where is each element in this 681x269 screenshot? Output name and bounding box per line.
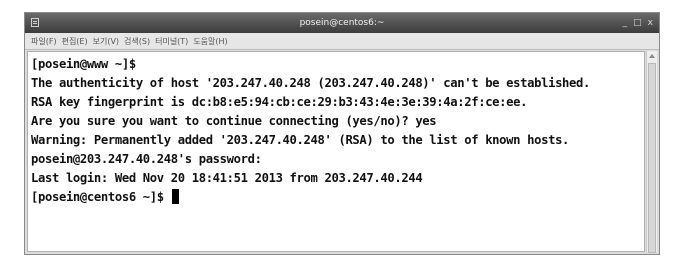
scroll-up-arrow-icon[interactable] xyxy=(649,54,655,58)
maximize-button[interactable]: □ xyxy=(633,13,642,33)
terminal-line: Last login: Wed Nov 20 18:41:51 2013 fro… xyxy=(31,171,423,185)
menu-edit[interactable]: 편집(E) xyxy=(62,36,88,47)
menu-file[interactable]: 파일(F) xyxy=(31,36,57,47)
terminal-line: [posein@www ~]$ xyxy=(31,57,136,71)
terminal-prompt-line: [posein@centos6 ~]$ xyxy=(31,188,642,207)
vertical-scrollbar[interactable] xyxy=(646,51,657,253)
terminal-output[interactable]: [posein@www ~]$ The authenticity of host… xyxy=(27,51,645,252)
close-button[interactable]: x xyxy=(648,13,653,33)
terminal-line: RSA key fingerprint is dc:b8:e5:94:cb:ce… xyxy=(31,95,528,109)
terminal-line: posein@203.247.40.248's password: xyxy=(31,152,262,166)
window-controls: _ □ x xyxy=(623,13,653,33)
minimize-button[interactable]: _ xyxy=(623,13,628,33)
terminal-line: The authenticity of host '203.247.40.248… xyxy=(31,76,591,90)
window-title: posein@centos6:~ xyxy=(299,18,385,28)
block-cursor xyxy=(171,189,179,204)
terminal-window: posein@centos6:~ _ □ x 파일(F) 편집(E) 보기(V)… xyxy=(24,12,660,255)
scrollbar-thumb[interactable] xyxy=(648,63,656,253)
menu-terminal[interactable]: 터미널(T) xyxy=(155,36,188,47)
menu-help[interactable]: 도움말(H) xyxy=(193,36,227,47)
prompt-text: [posein@centos6 ~]$ xyxy=(31,190,171,204)
terminal-line: Warning: Permanently added '203.247.40.2… xyxy=(31,133,570,147)
terminal-line: Are you sure you want to continue connec… xyxy=(31,114,437,128)
menu-bar: 파일(F) 편집(E) 보기(V) 검색(S) 터미널(T) 도움말(H) xyxy=(25,33,659,50)
menu-search[interactable]: 검색(S) xyxy=(124,36,150,47)
title-bar[interactable]: posein@centos6:~ _ □ x xyxy=(25,13,659,33)
terminal-icon xyxy=(31,18,39,27)
page: posein@centos6:~ _ □ x 파일(F) 편집(E) 보기(V)… xyxy=(0,0,681,269)
menu-view[interactable]: 보기(V) xyxy=(93,36,119,47)
